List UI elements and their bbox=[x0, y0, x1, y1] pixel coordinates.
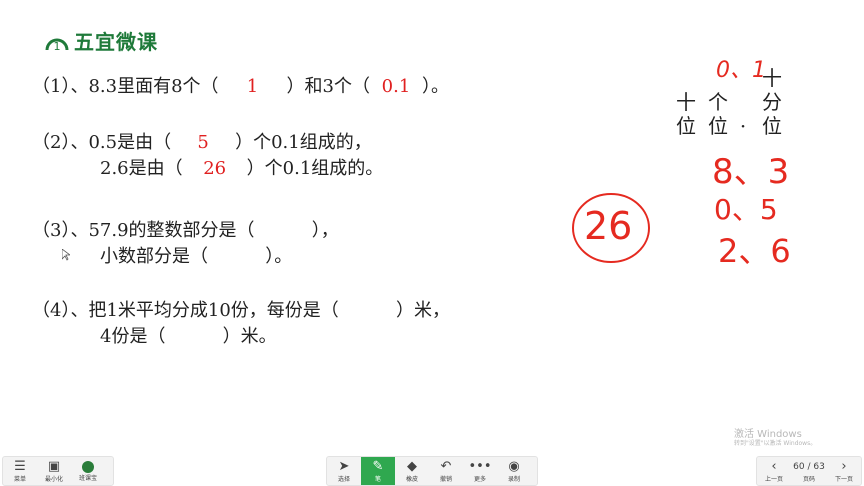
eraser-tool-button[interactable]: ◆ 橡皮 bbox=[395, 457, 429, 485]
q2-line2-suffix: ）个0.1组成的。 bbox=[246, 158, 384, 179]
menu-button[interactable]: ☰ 菜单 bbox=[3, 457, 37, 485]
minimize-label: 最小化 bbox=[44, 475, 63, 483]
tenths-char-2: 分 bbox=[762, 90, 782, 114]
record-button[interactable]: ◉ 录制 bbox=[497, 457, 531, 485]
handwritten-row-2: 8、3 bbox=[712, 152, 790, 192]
tens-char-1: 十 bbox=[676, 90, 696, 114]
question-4-line-2: 4份是（ ）米。 bbox=[100, 326, 277, 347]
app-label: 班课宝 bbox=[78, 474, 97, 482]
q1-mid: ）和3个（ bbox=[286, 76, 370, 97]
toolbar-left-group: ☰ 菜单 ▣ 最小化 班课宝 bbox=[2, 456, 114, 486]
q2-line2-prefix: 2.6是由（ bbox=[100, 158, 183, 179]
ones-place-label: 个 位 bbox=[706, 90, 730, 138]
prev-page-label: 上一页 bbox=[764, 475, 783, 483]
chevron-left-icon: ‹ bbox=[771, 458, 777, 474]
record-icon: ◉ bbox=[508, 458, 520, 474]
prev-page-button[interactable]: ‹ 上一页 bbox=[757, 457, 791, 485]
select-label: 选择 bbox=[337, 475, 350, 483]
pen-icon: ✎ bbox=[372, 458, 384, 474]
pen-label: 笔 bbox=[374, 475, 381, 483]
toolbar-center-group: ➤ 选择 ✎ 笔 ◆ 橡皮 ↶ 撤销 ••• 更多 ◉ 录制 bbox=[326, 456, 538, 486]
next-page-label: 下一页 bbox=[834, 475, 853, 483]
mouse-cursor-icon bbox=[62, 249, 70, 261]
minimize-icon: ▣ bbox=[47, 458, 61, 474]
eraser-label: 橡皮 bbox=[405, 475, 418, 483]
q2-line1-suffix: ）个0.1组成的， bbox=[235, 132, 372, 153]
q2-line1-prefix: （2）、0.5是由（ bbox=[32, 132, 172, 153]
cursor-icon: ➤ bbox=[338, 458, 350, 474]
select-tool-button[interactable]: ➤ 选择 bbox=[327, 457, 361, 485]
wuyi-logo-icon: 1 bbox=[45, 38, 69, 53]
question-3-line-2: 小数部分是（ ）。 bbox=[100, 246, 293, 267]
chevron-right-icon: › bbox=[841, 458, 847, 474]
activation-watermark-subtitle: 转到"设置"以激活 Windows。 bbox=[734, 440, 817, 447]
eraser-icon: ◆ bbox=[407, 458, 417, 474]
pen-tool-button[interactable]: ✎ 笔 bbox=[361, 457, 395, 485]
more-label: 更多 bbox=[473, 475, 486, 483]
undo-button[interactable]: ↶ 撤销 bbox=[429, 457, 463, 485]
handwritten-row-3: 0、5 bbox=[714, 193, 778, 226]
app-button[interactable]: 班课宝 bbox=[71, 457, 105, 485]
q2-answer-1: 5 bbox=[197, 132, 209, 153]
circled-number: 26 bbox=[584, 204, 633, 248]
page-number: 60 / 63 bbox=[793, 461, 825, 472]
handwritten-row-1: 0、1 bbox=[716, 58, 766, 83]
undo-label: 撤销 bbox=[439, 475, 452, 483]
bottom-toolbar: ☰ 菜单 ▣ 最小化 班课宝 ➤ 选择 ✎ 笔 ◆ 橡皮 ↶ 撤销 ••• 更多… bbox=[0, 452, 864, 486]
menu-label: 菜单 bbox=[13, 475, 26, 483]
minimize-button[interactable]: ▣ 最小化 bbox=[37, 457, 71, 485]
toolbar-right-group: ‹ 上一页 60 / 63 页码 › 下一页 bbox=[756, 456, 862, 486]
question-3-line-1: （3）、57.9的整数部分是（ ）， bbox=[32, 220, 339, 241]
q2-answer-2: 26 bbox=[203, 158, 227, 179]
ones-char-1: 个 bbox=[708, 90, 728, 114]
q1-answer-2: 0.1 bbox=[381, 76, 411, 97]
decimal-point-label: · bbox=[739, 114, 747, 138]
handwritten-row-4: 2、6 bbox=[718, 232, 791, 270]
tens-place-label: 十 位 bbox=[674, 90, 698, 138]
tenths-char-3: 位 bbox=[762, 114, 782, 138]
brand: 1 五宜微课 bbox=[44, 26, 158, 55]
undo-icon: ↶ bbox=[440, 458, 452, 474]
question-2-line-1: （2）、0.5是由（ 5 ）个0.1组成的， bbox=[32, 128, 372, 154]
menu-icon: ☰ bbox=[14, 458, 26, 474]
q1-suffix: ）。 bbox=[421, 76, 449, 97]
question-1: （1）、8.3里面有8个（ 1 ）和3个（ 0.1 ）。 bbox=[32, 72, 449, 98]
q1-answer-1: 1 bbox=[246, 76, 259, 97]
tens-char-2: 位 bbox=[676, 114, 696, 138]
page-indicator: 60 / 63 页码 bbox=[791, 457, 827, 485]
app-icon bbox=[82, 460, 94, 473]
ones-char-2: 位 bbox=[708, 114, 728, 138]
question-4-line-1: （4）、把1米平均分成10份，每份是（ ）米， bbox=[32, 300, 451, 321]
svg-text:1: 1 bbox=[54, 40, 61, 53]
q1-prefix: （1）、8.3里面有8个（ bbox=[32, 76, 219, 97]
record-label: 录制 bbox=[507, 475, 520, 483]
more-icon: ••• bbox=[468, 458, 492, 474]
question-2-line-2: 2.6是由（ 26 ）个0.1组成的。 bbox=[100, 154, 383, 180]
next-page-button[interactable]: › 下一页 bbox=[827, 457, 861, 485]
brand-name: 五宜微课 bbox=[74, 30, 158, 54]
page-number-label: 页码 bbox=[802, 475, 815, 483]
more-button[interactable]: ••• 更多 bbox=[463, 457, 497, 485]
